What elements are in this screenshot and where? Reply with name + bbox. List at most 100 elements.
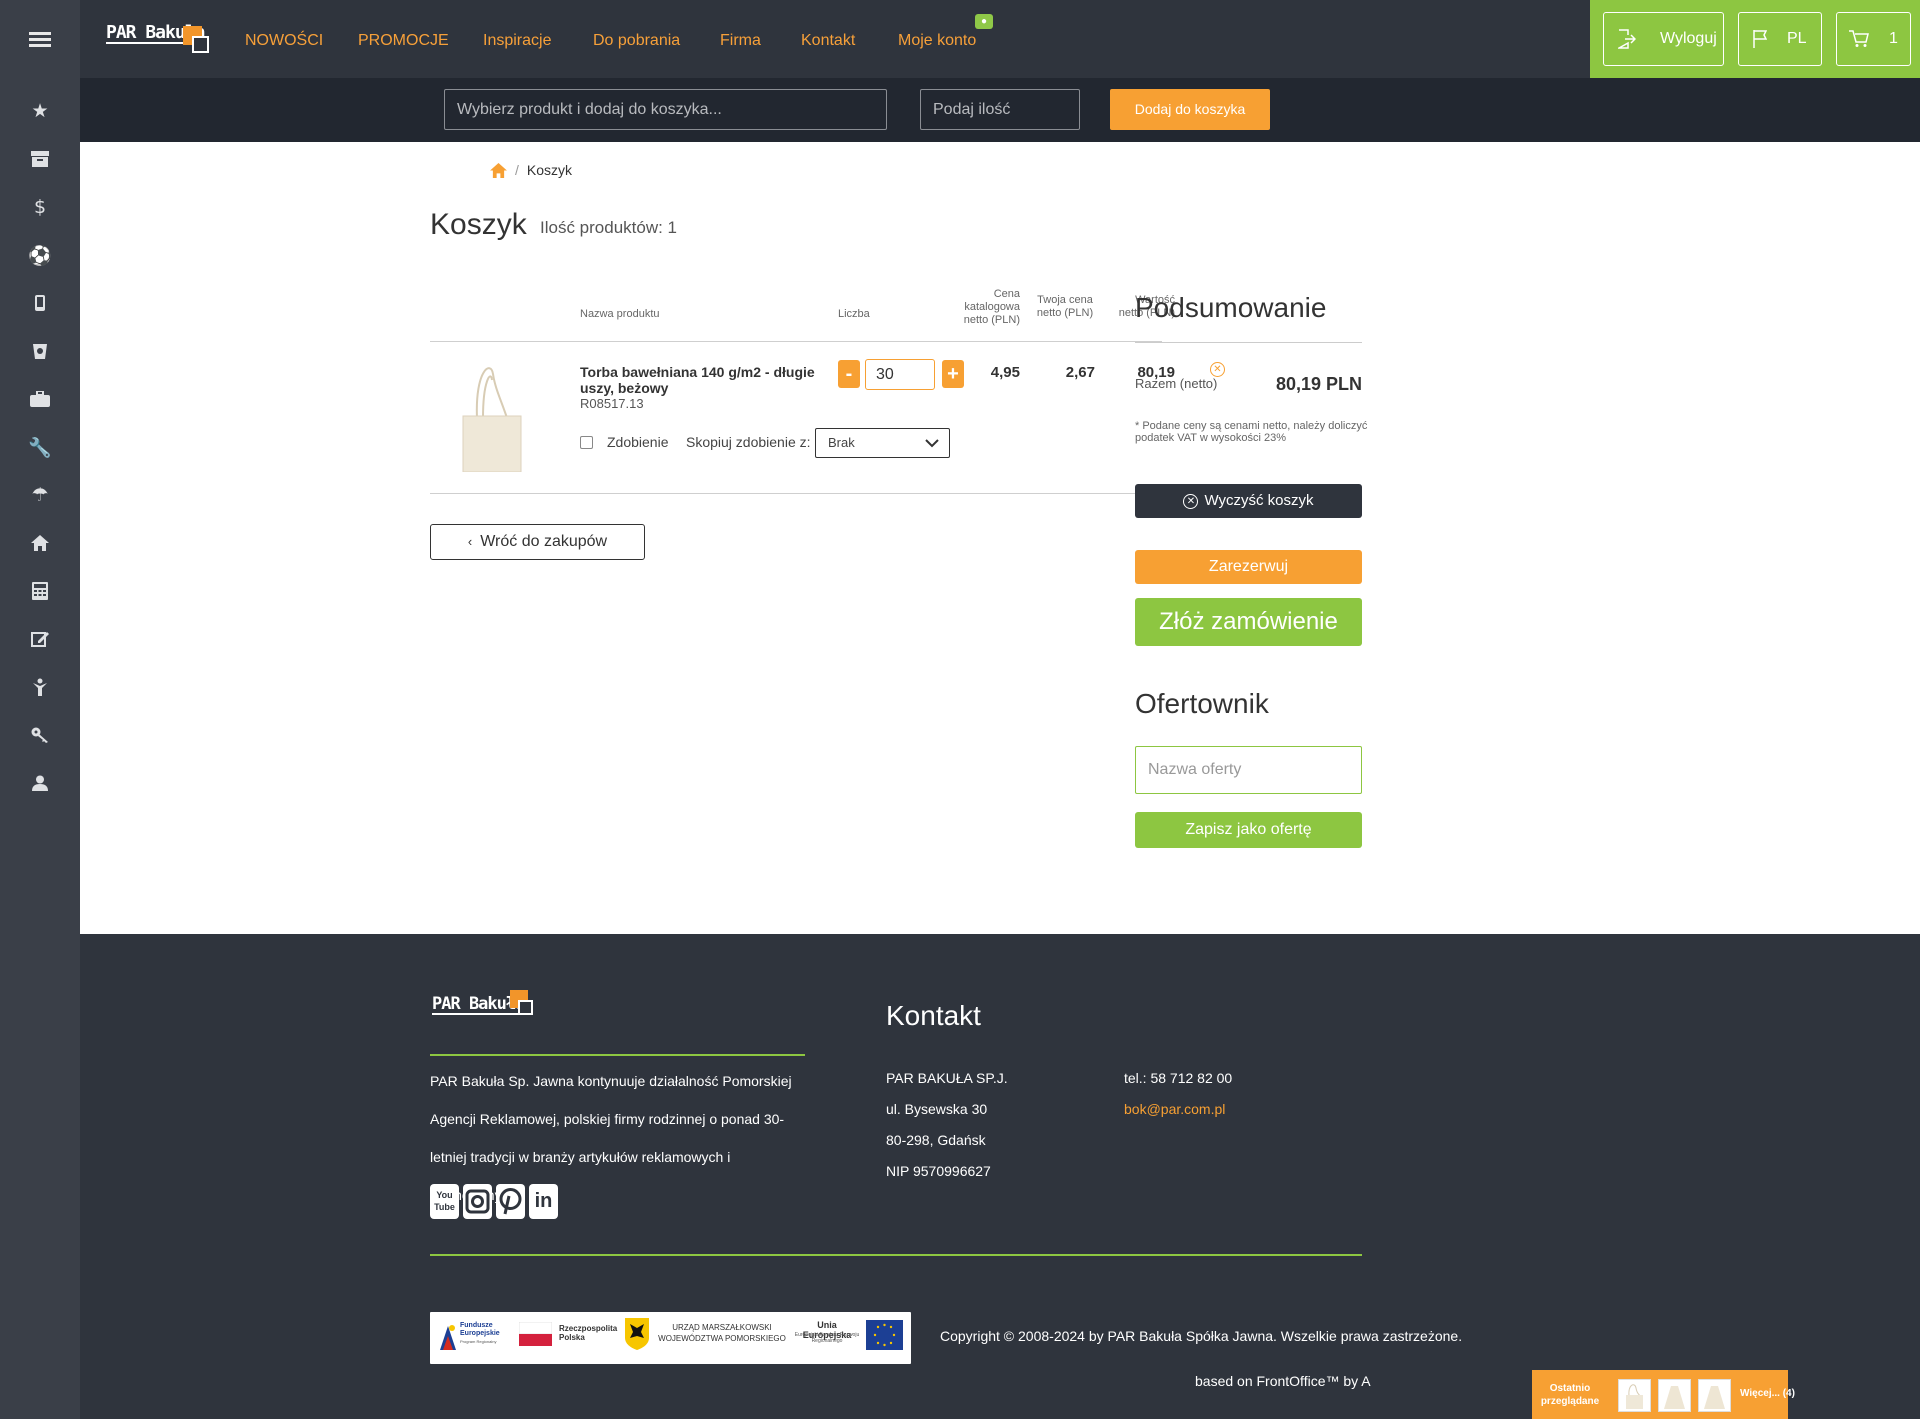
eu-funds-icon <box>438 1322 458 1352</box>
eu-flag-icon <box>866 1320 903 1350</box>
calculator-icon[interactable] <box>28 579 52 603</box>
pinterest-icon[interactable] <box>496 1184 525 1219</box>
recent-product-thumb[interactable] <box>1698 1379 1731 1412</box>
breadcrumb-separator: / <box>515 162 519 178</box>
summary-total-label: Razem (netto) <box>1135 376 1218 391</box>
quick-add-bar: Wybierz produkt i dodaj do koszyka... Po… <box>80 78 1920 142</box>
footer: PAR Bakuła PAR Bakuła Sp. Jawna kontynuu… <box>80 934 1920 1419</box>
star-icon[interactable]: ★ <box>28 99 52 123</box>
nav-do-pobrania[interactable]: Do pobrania <box>593 32 680 50</box>
summary-divider <box>1135 342 1362 343</box>
top-right-actions: Wyloguj PL 1 <box>1590 0 1920 78</box>
nav-moje-konto[interactable]: Moje konto <box>898 32 976 50</box>
catalog-price: 4,95 <box>990 364 1020 381</box>
contact-phone[interactable]: tel.: 58 712 82 00 <box>1124 1070 1232 1086</box>
copy-decoration-value: Brak <box>828 435 855 450</box>
footer-bottom-divider <box>430 1254 1362 1256</box>
logo[interactable]: PAR Bakuła <box>106 22 209 53</box>
contact-email[interactable]: bok@par.com.pl <box>1124 1101 1225 1117</box>
key-icon[interactable] <box>28 723 52 747</box>
breadcrumb-current: Koszyk <box>526 162 573 178</box>
logout-label: Wyloguj <box>1660 30 1717 47</box>
instagram-icon[interactable] <box>463 1184 492 1219</box>
col-header-your-price: Twoja cena netto (PLN) <box>1036 294 1094 319</box>
back-to-shop-label: Wróć do zakupów <box>480 533 608 550</box>
vat-note: * Podane ceny są cenami netto, należy do… <box>1135 420 1368 444</box>
phone-icon[interactable] <box>28 291 52 315</box>
offer-name-input[interactable]: Nazwa oferty <box>1135 746 1362 794</box>
product-count: Ilość produktów: 1 <box>540 218 678 237</box>
eu-funds-sub: Program Regionalny <box>460 1339 497 1344</box>
reserve-button[interactable]: Zarezerwuj <box>1135 550 1362 584</box>
table-row-divider <box>430 493 1162 494</box>
logout-icon <box>1618 29 1636 49</box>
logout-button[interactable]: Wyloguj <box>1603 12 1724 66</box>
nav-inspiracje[interactable]: Inspiracje <box>483 32 551 50</box>
cart-button[interactable]: 1 <box>1836 12 1911 66</box>
recently-viewed-bar[interactable]: Ostatnio przeglądane Więcej... (4) <box>1532 1370 1795 1419</box>
product-sku: R08517.13 <box>580 396 644 411</box>
nav-promocje[interactable]: PROMOCJE <box>358 32 449 50</box>
footer-logo[interactable]: PAR Bakuła <box>432 990 533 1015</box>
quantity-field[interactable]: 30 <box>865 359 935 390</box>
remove-item-icon[interactable]: ✕ <box>1210 362 1225 377</box>
figure-icon[interactable] <box>28 675 52 699</box>
umbrella-icon[interactable]: ☂ <box>28 483 52 507</box>
youtube-icon[interactable]: You Tube <box>430 1184 459 1219</box>
home-icon[interactable] <box>490 162 507 178</box>
social-links: You Tube in <box>430 1184 558 1219</box>
col-header-catalog-price: Cena katalogowa netto (PLN) <box>963 288 1020 326</box>
quantity-input[interactable]: Podaj ilość <box>920 89 1080 130</box>
wrench-icon[interactable]: 🔧 <box>28 435 52 459</box>
decoration-label: Zdobienie <box>607 434 669 450</box>
archive-icon[interactable] <box>28 147 52 171</box>
cart-count: 1 <box>1889 30 1898 47</box>
recent-product-thumb[interactable] <box>1618 1379 1651 1412</box>
user-icon[interactable] <box>28 771 52 795</box>
briefcase-icon[interactable] <box>28 387 52 411</box>
footer-divider <box>430 1054 805 1056</box>
place-order-button[interactable]: Złóż zamówienie <box>1135 598 1362 646</box>
recently-viewed-more[interactable]: Więcej... (4) <box>1740 1388 1795 1399</box>
home-icon[interactable] <box>28 531 52 555</box>
product-image[interactable] <box>455 360 527 472</box>
close-circle-icon: ✕ <box>1183 493 1199 509</box>
account-user-icon: ● <box>975 14 993 29</box>
nav-nowosci[interactable]: NOWOŚCI <box>245 32 323 50</box>
copyright: Copyright © 2008-2024 by PAR Bakuła Spół… <box>940 1328 1463 1344</box>
edit-icon[interactable] <box>28 627 52 651</box>
sidebar: ★ $ ⚽ 🔧 ☂ <box>0 0 80 1419</box>
logo-square-outline <box>192 36 209 53</box>
product-search-input[interactable]: Wybierz produkt i dodaj do koszyka... <box>444 89 887 130</box>
table-header-divider <box>430 341 1162 342</box>
nav-firma[interactable]: Firma <box>720 32 761 50</box>
eu-funds-banner: Fundusze Europejskie Program Regionalny … <box>430 1312 911 1364</box>
eu-funds-text: Fundusze Europejskie <box>460 1322 500 1337</box>
linkedin-icon[interactable]: in <box>529 1184 558 1219</box>
add-to-cart-button[interactable]: Dodaj do koszyka <box>1110 89 1270 130</box>
dollar-icon[interactable]: $ <box>28 195 52 219</box>
flag-icon <box>1753 30 1767 48</box>
copy-decoration-select[interactable]: Brak <box>815 428 950 458</box>
mug-icon[interactable] <box>28 339 52 363</box>
chevron-left-icon: ‹ <box>467 534 473 549</box>
menu-toggle-icon[interactable] <box>0 0 80 78</box>
based-on[interactable]: based on FrontOffice™ by A <box>1195 1373 1371 1389</box>
clear-cart-button[interactable]: ✕ Wyczyść koszyk <box>1135 484 1362 518</box>
contact-street: ul. Bysewska 30 <box>886 1101 988 1117</box>
decrease-qty-button[interactable]: - <box>838 360 860 388</box>
summary-total-value: 80,19 PLN <box>1275 374 1362 394</box>
back-to-shop-button[interactable]: ‹ Wróć do zakupów <box>430 524 645 560</box>
ball-icon[interactable]: ⚽ <box>28 243 52 267</box>
recent-product-thumb[interactable] <box>1658 1379 1691 1412</box>
nav-kontakt[interactable]: Kontakt <box>801 32 855 50</box>
col-header-qty: Liczba <box>838 308 870 320</box>
language-button[interactable]: PL <box>1738 12 1822 66</box>
contact-company: PAR BAKUŁA SP.J. <box>886 1070 1008 1086</box>
pomorskie-coat-icon <box>625 1318 649 1350</box>
breadcrumb: / Koszyk <box>490 162 572 178</box>
product-name[interactable]: Torba bawełniana 140 g/m2 - długie uszy,… <box>580 364 825 396</box>
save-offer-button[interactable]: Zapisz jako ofertę <box>1135 812 1362 848</box>
decoration-checkbox[interactable] <box>580 436 593 449</box>
chevron-down-icon <box>925 439 939 448</box>
